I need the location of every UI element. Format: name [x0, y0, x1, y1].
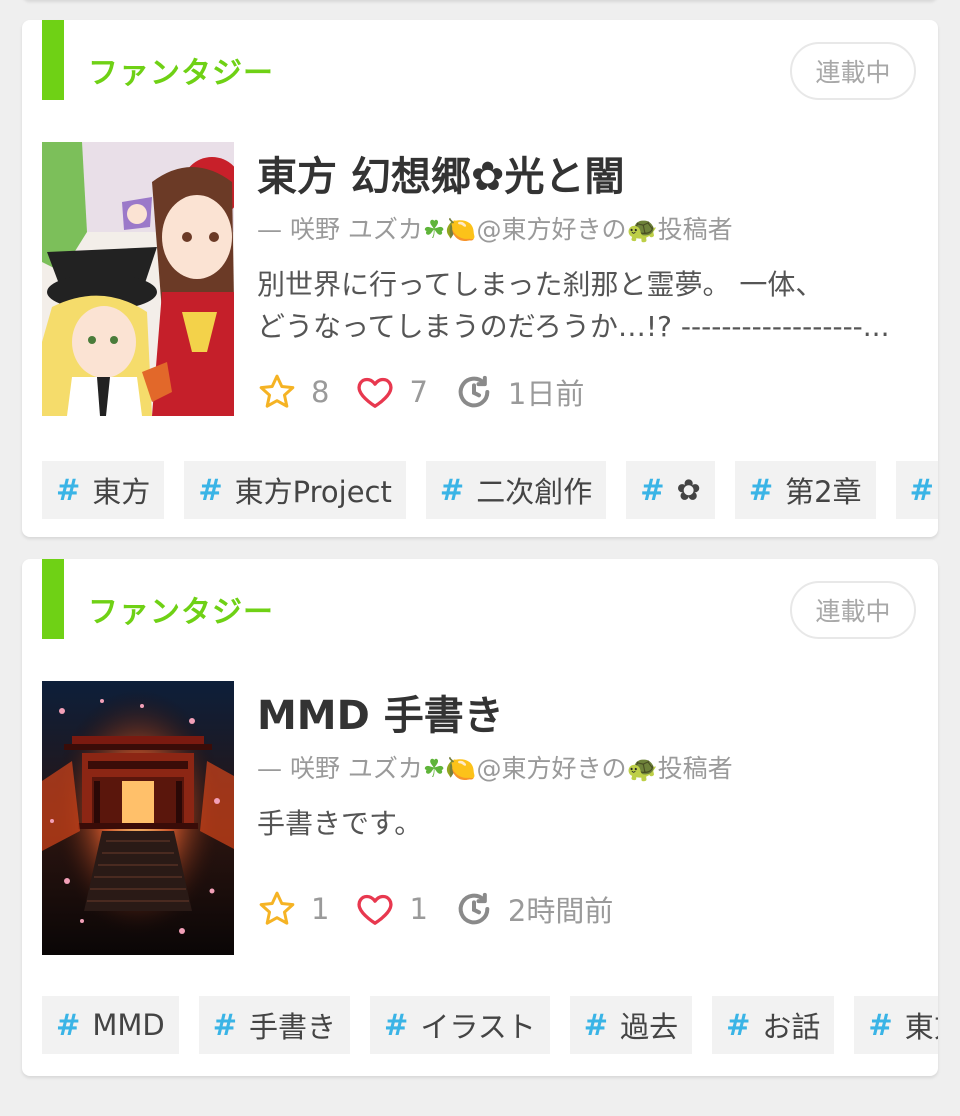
- hash-icon: #: [748, 473, 774, 507]
- tag-list: #東方 #東方Project #二次創作 #✿ #第2章 #サ: [42, 461, 938, 519]
- description-line: 手書きです。: [257, 807, 423, 840]
- hash-icon: #: [868, 1008, 893, 1042]
- tag-chip[interactable]: # 東方: [854, 996, 938, 1054]
- like-count[interactable]: 7: [355, 372, 428, 412]
- lemon-icon: 🍋: [445, 215, 477, 244]
- like-count-value: 1: [409, 892, 428, 926]
- turtle-icon: 🐢: [626, 215, 658, 244]
- hash-icon: #: [198, 473, 223, 507]
- turtle-icon: 🐢: [626, 754, 658, 783]
- like-count[interactable]: 1: [355, 889, 428, 929]
- author-role: 投稿者: [657, 215, 733, 244]
- tag-chip[interactable]: # 東方: [42, 461, 165, 519]
- updated-time: 2時間前: [454, 888, 613, 930]
- genre-label[interactable]: ファンタジー: [88, 48, 274, 92]
- author-name: — 咲野 ユズカ: [257, 754, 423, 783]
- tag-chip[interactable]: # お話: [712, 996, 835, 1054]
- hash-icon: #: [909, 473, 934, 507]
- tag-label: 東方: [92, 475, 151, 509]
- work-card[interactable]: ファンタジー 連載中 東方 幻想郷✿光と闇 — 咲野 ユズカ☘🍋@東方好きの🐢投…: [22, 20, 938, 537]
- updated-time-value: 2時間前: [507, 894, 614, 928]
- tag-label: MMD: [92, 1008, 165, 1042]
- tag-chip[interactable]: #サ: [895, 461, 938, 519]
- updated-time: 1日前: [454, 371, 584, 413]
- author-handle: @東方好きの: [476, 215, 627, 244]
- hash-icon: #: [56, 1008, 81, 1042]
- tag-list: # MMD # 手書き # イラスト # 過去 # お話 # 東方: [42, 996, 938, 1054]
- tag-chip[interactable]: # 過去: [569, 996, 693, 1054]
- work-stats: 8 7 1日前: [257, 372, 610, 412]
- tag-label: 手書き: [249, 1010, 337, 1044]
- tag-label: イラスト: [420, 1010, 536, 1044]
- cover-image[interactable]: [42, 142, 234, 416]
- work-stats: 1 1 2時間前: [257, 889, 639, 929]
- tag-label: 東方: [904, 1010, 938, 1044]
- clover-icon: ☘: [422, 754, 446, 783]
- tag-chip[interactable]: # 第2章: [734, 461, 876, 519]
- status-badge: 連載中: [790, 581, 916, 639]
- tag-chip[interactable]: # ✿: [626, 461, 715, 519]
- tag-chip[interactable]: # 手書き: [198, 996, 351, 1054]
- hash-icon: #: [212, 1008, 237, 1042]
- description-line: 別世界に行ってしまった刹那と霊夢。 一体、: [257, 268, 824, 301]
- hash-icon: #: [56, 473, 81, 507]
- work-title[interactable]: 東方 幻想郷✿光と闇: [257, 144, 624, 202]
- work-description: 別世界に行ってしまった刹那と霊夢。 一体、 どうなってしまうのだろうか…!? -…: [257, 264, 917, 348]
- clover-icon: ☘: [422, 215, 446, 244]
- like-count-value: 7: [409, 375, 428, 409]
- work-title[interactable]: MMD 手書き: [257, 683, 504, 741]
- cover-image[interactable]: [42, 681, 234, 955]
- tag-label: お話: [762, 1010, 821, 1044]
- author-line[interactable]: — 咲野 ユズカ☘🍋@東方好きの🐢投稿者: [257, 749, 733, 785]
- star-count-value: 1: [311, 892, 330, 926]
- work-card[interactable]: ファンタジー 連載中 MMD 手書き — 咲野 ユズカ☘🍋@東方好きの🐢投稿者 …: [22, 559, 938, 1076]
- genre-accent-bar: [42, 20, 64, 100]
- tag-chip[interactable]: # 東方Project: [184, 461, 406, 519]
- tag-label: 東方Project: [234, 475, 392, 509]
- clock-history-icon: [458, 892, 490, 925]
- tag-label: 二次創作: [476, 475, 593, 509]
- tag-label: 第2章: [785, 475, 862, 509]
- heart-outline-icon: [357, 377, 393, 408]
- genre-label[interactable]: ファンタジー: [88, 587, 274, 631]
- hash-icon: #: [583, 1008, 609, 1042]
- clock-history-icon: [458, 375, 490, 408]
- tag-label: 過去: [620, 1010, 679, 1044]
- lemon-icon: 🍋: [445, 754, 477, 783]
- tag-chip[interactable]: # 二次創作: [425, 461, 607, 519]
- star-count[interactable]: 8: [257, 372, 329, 412]
- hash-icon: #: [439, 473, 465, 507]
- work-description: 手書きです。: [257, 803, 917, 845]
- hash-icon: #: [640, 473, 665, 507]
- updated-time-value: 1日前: [507, 377, 585, 411]
- hash-icon: #: [384, 1008, 409, 1042]
- author-role: 投稿者: [657, 754, 733, 783]
- status-badge: 連載中: [790, 42, 916, 100]
- star-count-value: 8: [311, 375, 330, 409]
- heart-outline-icon: [357, 894, 393, 925]
- star-outline-icon: [259, 374, 295, 408]
- hash-icon: #: [726, 1008, 751, 1042]
- author-name: — 咲野 ユズカ: [257, 215, 423, 244]
- tag-chip[interactable]: # イラスト: [370, 996, 550, 1054]
- genre-accent-bar: [42, 559, 64, 639]
- tag-chip[interactable]: # MMD: [42, 996, 179, 1054]
- author-handle: @東方好きの: [476, 754, 627, 783]
- star-outline-icon: [259, 891, 295, 925]
- star-count[interactable]: 1: [257, 889, 329, 929]
- author-line[interactable]: — 咲野 ユズカ☘🍋@東方好きの🐢投稿者: [257, 210, 733, 246]
- tag-label: ✿: [676, 473, 701, 507]
- description-line: どうなってしまうのだろうか…!? ------------------...: [257, 310, 890, 343]
